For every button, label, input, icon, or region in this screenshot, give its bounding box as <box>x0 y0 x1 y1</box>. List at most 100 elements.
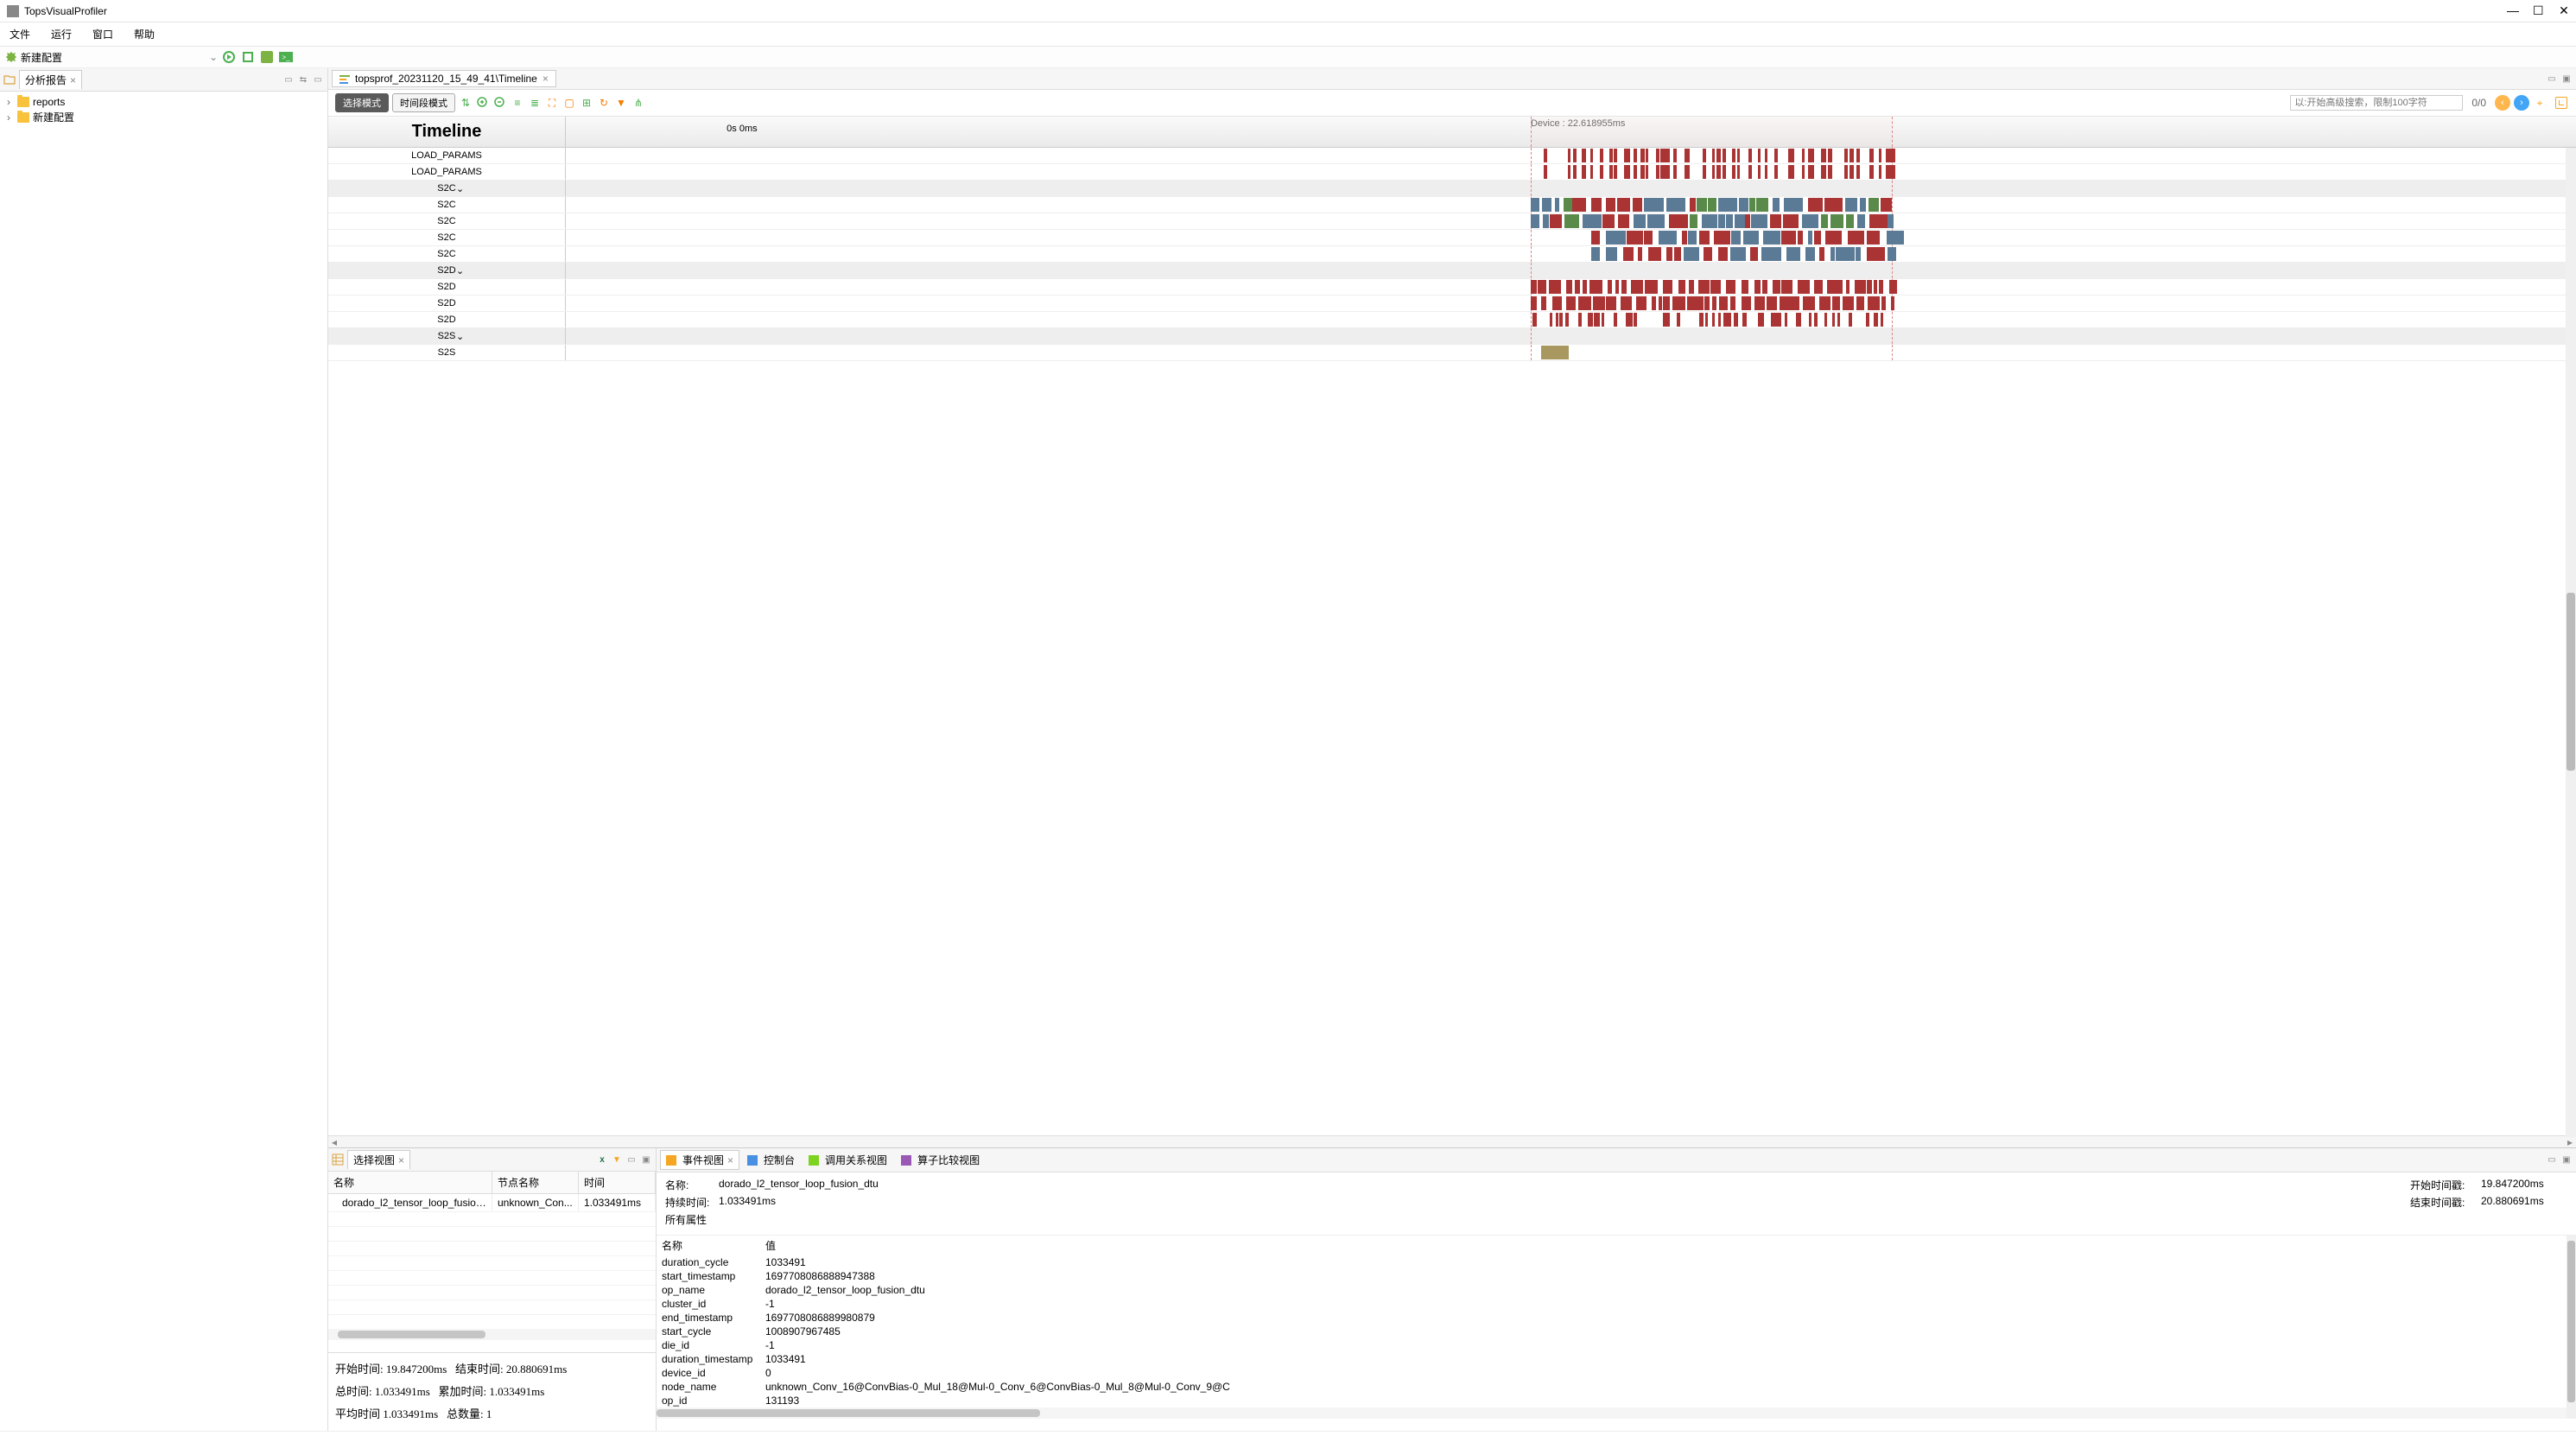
timeline-event-bar[interactable] <box>1549 280 1556 294</box>
timeline-event-bar[interactable] <box>1780 296 1790 310</box>
timeline-event-bar[interactable] <box>1660 149 1663 162</box>
timeline-event-bar[interactable] <box>1705 313 1708 327</box>
timeline-event-bar[interactable] <box>1608 280 1612 294</box>
maximize-editor-icon[interactable]: ▣ <box>2560 73 2573 85</box>
timeline-event-bar[interactable] <box>1868 296 1881 310</box>
timeline-track[interactable] <box>566 263 2576 278</box>
stop-button[interactable] <box>240 49 256 65</box>
timeline-event-bar[interactable] <box>1644 198 1664 212</box>
timeline-event-bar[interactable] <box>1552 296 1562 310</box>
timeline-event-bar[interactable] <box>1544 149 1546 162</box>
timeline-track[interactable] <box>566 230 2576 245</box>
timeline-event-bar[interactable] <box>1531 280 1537 294</box>
timeline-event-bar[interactable] <box>1578 313 1581 327</box>
timeline-event-bar[interactable] <box>1887 231 1905 245</box>
timeline-event-bar[interactable] <box>1627 149 1630 162</box>
timeline-event-bar[interactable] <box>1843 296 1854 310</box>
timeline-event-bar[interactable] <box>1838 214 1843 228</box>
chevron-down-icon[interactable]: ⌄ <box>456 265 464 276</box>
timeline-event-bar[interactable] <box>1591 198 1602 212</box>
list2-icon[interactable]: ≣ <box>528 96 542 110</box>
timeline-event-bar[interactable] <box>1606 296 1615 310</box>
timeline-event-bar[interactable] <box>1573 149 1576 162</box>
event-view-tab[interactable]: 事件视图 × <box>660 1150 739 1170</box>
timeline-track[interactable] <box>566 279 2576 295</box>
timeline-event-bar[interactable] <box>1583 149 1586 162</box>
timeline-event-bar[interactable] <box>1821 214 1828 228</box>
timeline-event-bar[interactable] <box>1703 149 1705 162</box>
timeline-track-row[interactable]: LOAD_PARAMS <box>328 148 2576 164</box>
timeline-event-bar[interactable] <box>1559 313 1562 327</box>
timeline-event-bar[interactable] <box>1798 313 1800 327</box>
timeline-event-bar[interactable] <box>1663 313 1666 327</box>
select-view-tab[interactable]: 选择视图 × <box>347 1150 410 1169</box>
link-icon[interactable]: ⇆ <box>297 73 309 86</box>
timeline-event-bar[interactable] <box>1869 214 1888 228</box>
timeline-event-bar[interactable] <box>1589 313 1592 327</box>
timeline-event-bar[interactable] <box>1664 149 1666 162</box>
timeline-event-bar[interactable] <box>1543 214 1549 228</box>
timeline-event-bar[interactable] <box>1606 247 1618 261</box>
timeline-hscrollbar[interactable]: ◂ ▸ <box>328 1135 2576 1147</box>
new-config-label[interactable]: 新建配置 <box>21 50 62 65</box>
timeline-event-bar[interactable] <box>1745 214 1749 228</box>
timeline-event-bar[interactable] <box>1763 231 1780 245</box>
timeline-event-bar[interactable] <box>1687 296 1699 310</box>
timeline-event-bar[interactable] <box>1750 247 1758 261</box>
timeline-event-bar[interactable] <box>1888 247 1896 261</box>
timeline-event-bar[interactable] <box>1815 313 1818 327</box>
timeline-event-bar[interactable] <box>1739 198 1748 212</box>
timeline-event-bar[interactable] <box>1798 280 1810 294</box>
timeline-event-bar[interactable] <box>1773 313 1776 327</box>
timeline-event-bar[interactable] <box>1761 313 1763 327</box>
timeline-event-bar[interactable] <box>1652 296 1656 310</box>
run-button[interactable] <box>221 49 237 65</box>
timeline-event-bar[interactable] <box>1702 214 1717 228</box>
timeline-track-row[interactable]: S2D <box>328 295 2576 312</box>
timeline-event-bar[interactable] <box>1673 165 1676 179</box>
close-icon[interactable]: × <box>70 74 76 86</box>
timeline-event-bar[interactable] <box>1742 280 1749 294</box>
timeline-event-bar[interactable] <box>1550 214 1562 228</box>
timeline-event-bar[interactable] <box>1699 296 1704 310</box>
timeline-event-bar[interactable] <box>1615 280 1619 294</box>
timeline-event-bar[interactable] <box>1583 214 1602 228</box>
timeline-event-bar[interactable] <box>1846 280 1850 294</box>
timeline-event-bar[interactable] <box>1566 296 1576 310</box>
timeline-event-bar[interactable] <box>1879 165 1881 179</box>
list-icon[interactable]: ≡ <box>511 96 524 110</box>
property-row[interactable]: end_timestamp1697708086889980879 <box>657 1311 2576 1325</box>
timeline-event-bar[interactable] <box>1645 280 1658 294</box>
timeline-event-bar[interactable] <box>1811 149 1814 162</box>
timeline-event-bar[interactable] <box>1591 247 1600 261</box>
grid-icon[interactable]: ⊞ <box>580 96 593 110</box>
timeline-track[interactable] <box>566 197 2576 213</box>
timeline-event-bar[interactable] <box>1666 165 1669 179</box>
timeline-event-bar[interactable] <box>1751 214 1767 228</box>
timeline-event-bar[interactable] <box>1606 198 1615 212</box>
close-icon[interactable]: × <box>542 73 549 85</box>
timeline-event-bar[interactable] <box>1555 198 1559 212</box>
scrollbar-thumb[interactable] <box>657 1409 1040 1417</box>
timeline-event-bar[interactable] <box>1708 198 1716 212</box>
timeline-event-bar[interactable] <box>1556 313 1558 327</box>
timeline-event-bar[interactable] <box>1732 165 1735 179</box>
property-row[interactable]: node_nameunknown_Conv_16@ConvBias-0_Mul_… <box>657 1380 2576 1394</box>
timeline-event-bar[interactable] <box>1749 198 1755 212</box>
timeline-track-row[interactable]: LOAD_PARAMS <box>328 164 2576 181</box>
timeline-event-bar[interactable] <box>1846 214 1853 228</box>
timeline-event-bar[interactable] <box>1565 313 1568 327</box>
timeline-event-bar[interactable] <box>1886 149 1888 162</box>
timeline-event-bar[interactable] <box>1735 214 1745 228</box>
timeline-event-bar[interactable] <box>1730 247 1746 261</box>
timeline-event-bar[interactable] <box>1564 198 1572 212</box>
menu-run[interactable]: 运行 <box>48 25 74 43</box>
timeline-event-bar[interactable] <box>1773 280 1780 294</box>
timeline-event-bar[interactable] <box>1640 149 1643 162</box>
analysis-report-tab[interactable]: 分析报告 × <box>19 70 82 89</box>
timeline-event-bar[interactable] <box>1541 296 1546 310</box>
timeline-event-bar[interactable] <box>1544 165 1546 179</box>
timeline-event-bar[interactable] <box>1659 231 1678 245</box>
timeline-event-bar[interactable] <box>1737 165 1740 179</box>
timeline-event-bar[interactable] <box>1748 149 1751 162</box>
